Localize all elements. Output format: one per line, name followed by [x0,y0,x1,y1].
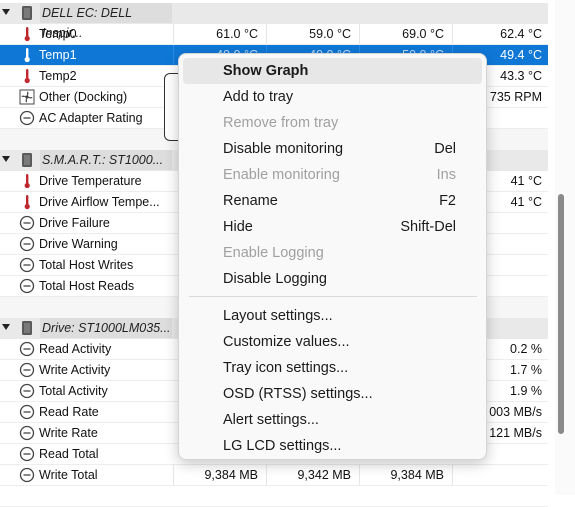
sensor-row-partial [0,486,548,507]
menu-item-alert-settings[interactable]: Alert settings... [183,407,482,433]
sensor-label: Drive Airflow Tempe... [39,195,160,209]
menu-item-show-graph[interactable]: Show Graph [183,58,482,84]
menu-item-disable-monitoring[interactable]: Disable monitoring Del [183,136,482,162]
menu-item-osd-settings[interactable]: OSD (RTSS) settings... [183,381,482,407]
gauge-icon [19,215,35,231]
chip-icon [22,153,32,167]
fan-icon [19,89,35,105]
menu-item-lg-lcd-settings[interactable]: LG LCD settings... [183,433,482,459]
chip-icon [22,6,32,20]
maximum-value: 9,384 MB [359,465,452,485]
collapse-arrow-icon[interactable] [2,156,10,162]
menu-item-label: Disable Logging [223,271,327,287]
gauge-icon [19,341,35,357]
hwinfo-sensors-window: DELL EC: DELL Inspir... Temp0 61.0 °C 59… [0,0,575,507]
gauge-icon [19,404,35,420]
average-value [452,465,548,485]
thermometer-icon [24,27,30,42]
sensor-label: AC Adapter Rating [39,111,143,125]
average-value: 62.4 °C [452,24,548,44]
menu-item-label: LG LCD settings... [223,438,342,454]
gauge-icon [19,383,35,399]
group-label: Drive: ST1000LM035... [40,318,172,338]
thermometer-icon [24,174,30,189]
menu-item-label: Disable monitoring [223,141,344,157]
sensor-label: Temp0 [39,27,77,41]
thermometer-icon [24,195,30,210]
menu-item-label: Add to tray [223,89,294,105]
group-label: DELL EC: DELL Inspir... [40,3,172,40]
sensor-label: Temp2 [39,69,77,83]
sensor-label: Write Rate [39,426,98,440]
sensor-label: Write Activity [39,363,111,377]
scrollbar-thumb[interactable] [558,194,564,434]
current-value: 9,384 MB [173,465,266,485]
sensor-label: Read Activity [39,342,112,356]
sensor-label: Drive Failure [39,216,110,230]
current-value: 61.0 °C [173,24,266,44]
gauge-icon [19,257,35,273]
menu-item-enable-logging: Enable Logging [183,240,482,266]
collapse-arrow-icon[interactable] [2,324,10,330]
menu-separator [189,296,477,297]
menu-item-rename[interactable]: Rename F2 [183,188,482,214]
menu-item-label: OSD (RTSS) settings... [223,386,373,402]
menu-item-label: Show Graph [223,63,309,79]
menu-item-label: Enable Logging [223,245,324,261]
menu-item-disable-logging[interactable]: Disable Logging [183,266,482,292]
menu-item-label: Remove from tray [223,115,339,131]
context-menu: Show Graph Add to tray Remove from tray … [178,53,487,460]
gauge-icon [19,236,35,252]
sensor-label: Read Rate [39,405,99,419]
menu-item-shortcut: Ins [436,167,456,183]
menu-item-tray-icon-settings[interactable]: Tray icon settings... [183,355,482,381]
collapse-arrow-icon[interactable] [2,9,10,15]
gauge-icon [19,278,35,294]
minimum-value: 59.0 °C [266,24,359,44]
menu-item-hide[interactable]: Hide Shift-Del [183,214,482,240]
gauge-icon [19,362,35,378]
menu-item-label: Customize values... [223,334,350,350]
gauge-icon [19,110,35,126]
thermometer-icon [24,48,30,63]
gauge-icon [19,446,35,462]
menu-item-shortcut: Del [434,141,456,157]
sensor-label: Read Total [39,447,99,461]
group-header-dell-ec[interactable]: DELL EC: DELL Inspir... [0,3,548,40]
sensor-label: Total Host Reads [39,279,135,293]
sensor-label: Total Host Writes [39,258,134,272]
sensor-label: Drive Temperature [39,174,142,188]
sensor-label: Total Activity [39,384,108,398]
gauge-icon [19,425,35,441]
sensor-label: Drive Warning [39,237,118,251]
group-label: S.M.A.R.T.: ST1000... [40,150,172,170]
chip-icon [22,321,32,335]
sensor-row-write-total[interactable]: Write Total 9,384 MB 9,342 MB 9,384 MB [0,465,548,486]
menu-item-add-to-tray[interactable]: Add to tray [183,84,482,110]
maximum-value: 69.0 °C [359,24,452,44]
sensor-label: Write Total [39,468,98,482]
thermometer-icon [24,69,30,84]
sensor-label: Temp1 [39,48,77,62]
sensor-label: Other (Docking) [39,90,128,104]
menu-item-label: Layout settings... [223,308,333,324]
menu-item-customize-values[interactable]: Customize values... [183,329,482,355]
sensor-row-temp0[interactable]: Temp0 61.0 °C 59.0 °C 69.0 °C 62.4 °C [0,24,548,45]
menu-item-label: Rename [223,193,278,209]
menu-item-shortcut: Shift-Del [400,219,456,235]
menu-item-label: Hide [223,219,253,235]
gauge-icon [19,467,35,483]
menu-item-enable-monitoring: Enable monitoring Ins [183,162,482,188]
menu-item-label: Alert settings... [223,412,319,428]
menu-item-label: Tray icon settings... [223,360,349,376]
minimum-value: 9,342 MB [266,465,359,485]
menu-item-layout-settings[interactable]: Layout settings... [183,303,482,329]
menu-item-remove-from-tray: Remove from tray [183,110,482,136]
menu-item-label: Enable monitoring [223,167,340,183]
menu-item-shortcut: F2 [439,193,456,209]
